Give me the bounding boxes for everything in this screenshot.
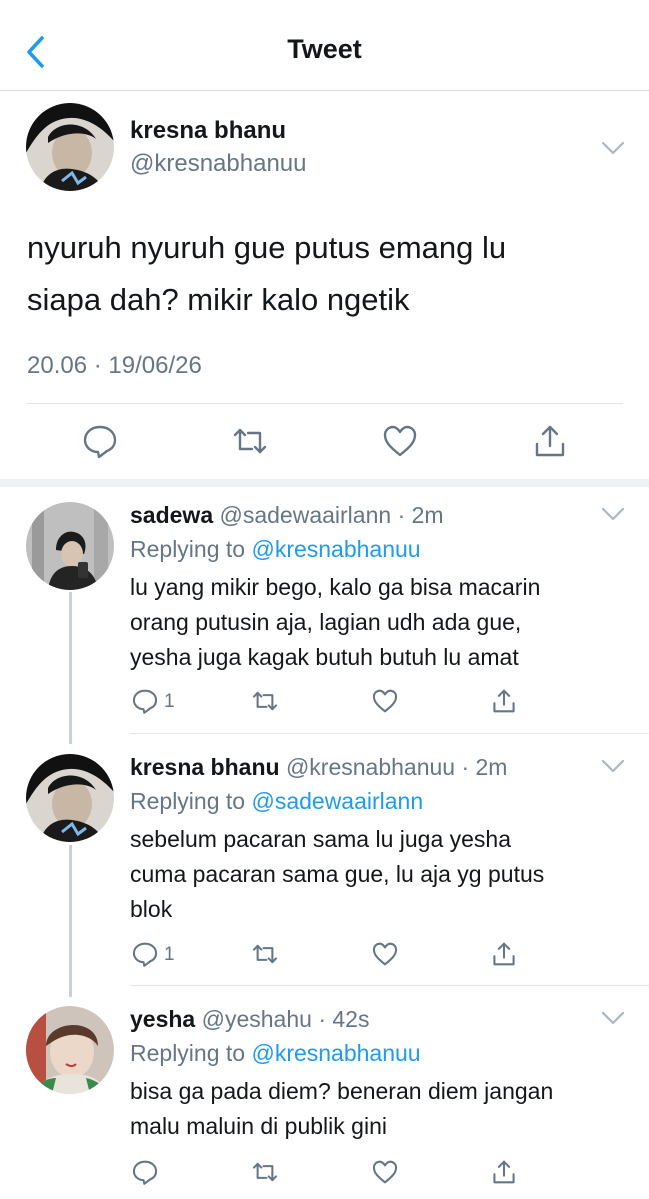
reply-handle[interactable]: @kresnabhanuu bbox=[286, 754, 455, 780]
reply-time: · 2m bbox=[461, 754, 508, 780]
reply-header: kresna bhanu @kresnabhanuu · 2m bbox=[130, 754, 507, 781]
avatar-main[interactable] bbox=[26, 103, 114, 191]
share-button[interactable] bbox=[490, 687, 518, 715]
chevron-down-icon[interactable] bbox=[600, 758, 626, 774]
replying-to-label: Replying to bbox=[130, 1040, 246, 1066]
replying-to-handle[interactable]: @kresnabhanuu bbox=[251, 536, 420, 562]
retweet-icon bbox=[252, 691, 278, 711]
share-icon bbox=[493, 689, 515, 713]
reply-display-name[interactable]: sadewa bbox=[130, 502, 213, 528]
navigation-bar: Tweet bbox=[0, 0, 649, 91]
reply-time: · 42s bbox=[318, 1006, 370, 1032]
reply-button[interactable] bbox=[131, 687, 159, 715]
share-icon bbox=[493, 942, 515, 966]
reply-button[interactable] bbox=[131, 1158, 159, 1186]
reply-count: 1 bbox=[164, 944, 175, 965]
page-title: Tweet bbox=[287, 34, 362, 64]
reply-text: lu yang mikir bego, kalo ga bisa macarin… bbox=[130, 570, 630, 675]
thread-connector bbox=[69, 845, 72, 997]
divider bbox=[130, 985, 649, 986]
reply-text-line: orang putusin aja, lagian udh ada gue, bbox=[130, 609, 522, 635]
speech-bubble-icon bbox=[132, 1160, 158, 1185]
retweet-icon bbox=[252, 944, 278, 964]
reply-display-name[interactable]: kresna bhanu bbox=[130, 754, 280, 780]
main-tweet-timestamp: 20.06 · 19/06/26 bbox=[27, 352, 202, 379]
retweet-icon bbox=[252, 1162, 278, 1182]
replying-to-handle[interactable]: @kresnabhanuu bbox=[251, 1040, 420, 1066]
reply-count: 1 bbox=[164, 691, 175, 712]
more-options-reply[interactable] bbox=[600, 1010, 626, 1026]
section-separator bbox=[0, 479, 649, 487]
thread-connector bbox=[69, 592, 72, 744]
retweet-button[interactable] bbox=[251, 1158, 279, 1186]
share-button[interactable] bbox=[531, 422, 569, 460]
share-button[interactable] bbox=[490, 940, 518, 968]
reply-time: · 2m bbox=[397, 502, 444, 528]
reply-text-line: sebelum pacaran sama lu juga yesha bbox=[130, 826, 512, 852]
reply-text-line: lu yang mikir bego, kalo ga bisa macarin bbox=[130, 574, 541, 600]
speech-bubble-icon bbox=[83, 425, 117, 459]
heart-icon bbox=[383, 425, 417, 457]
share-icon bbox=[535, 425, 565, 457]
more-options-main[interactable] bbox=[600, 140, 626, 156]
replying-to: Replying to @kresnabhanuu bbox=[130, 1040, 421, 1067]
divider bbox=[130, 733, 649, 734]
retweet-button[interactable] bbox=[251, 940, 279, 968]
replying-to: Replying to @kresnabhanuu bbox=[130, 536, 421, 563]
reply-text-line: bisa ga pada diem? beneran diem jangan bbox=[130, 1078, 554, 1104]
main-tweet-text: nyuruh nyuruh gue putus emang lu siapa d… bbox=[27, 222, 627, 326]
avatar-reply-kresna[interactable] bbox=[26, 754, 114, 842]
reply-text: sebelum pacaran sama lu juga yesha cuma … bbox=[130, 822, 630, 927]
reply-text-line: blok bbox=[130, 896, 173, 922]
heart-icon bbox=[372, 689, 398, 713]
reply-header: sadewa @sadewaairlann · 2m bbox=[130, 502, 444, 529]
reply-button[interactable] bbox=[81, 422, 119, 460]
reply-handle[interactable]: @sadewaairlann bbox=[220, 502, 392, 528]
share-icon bbox=[493, 1160, 515, 1184]
retweet-button[interactable] bbox=[231, 422, 269, 460]
retweet-button[interactable] bbox=[251, 687, 279, 715]
reply-text: bisa ga pada diem? beneran diem jangan m… bbox=[130, 1074, 630, 1144]
like-button[interactable] bbox=[371, 687, 399, 715]
replying-to-label: Replying to bbox=[130, 536, 246, 562]
reply-button[interactable] bbox=[131, 940, 159, 968]
replying-to: Replying to @sadewaairlann bbox=[130, 788, 423, 815]
chevron-down-icon[interactable] bbox=[600, 140, 626, 156]
chevron-down-icon[interactable] bbox=[600, 506, 626, 522]
reply-text-line: yesha juga kagak butuh butuh lu amat bbox=[130, 644, 519, 670]
speech-bubble-icon bbox=[132, 689, 158, 714]
main-tweet-text-line: nyuruh nyuruh gue putus emang lu bbox=[27, 230, 507, 265]
more-options-reply[interactable] bbox=[600, 758, 626, 774]
reply-display-name[interactable]: yesha bbox=[130, 1006, 195, 1032]
like-button[interactable] bbox=[371, 940, 399, 968]
main-tweet-text-line: siapa dah? mikir kalo ngetik bbox=[27, 282, 410, 317]
avatar-reply-sadewa[interactable] bbox=[26, 502, 114, 590]
retweet-icon bbox=[233, 428, 267, 454]
divider bbox=[27, 403, 623, 404]
heart-icon bbox=[372, 942, 398, 966]
more-options-reply[interactable] bbox=[600, 506, 626, 522]
replying-to-label: Replying to bbox=[130, 788, 246, 814]
reply-text-line: cuma pacaran sama gue, lu aja yg putus bbox=[130, 861, 545, 887]
reply-handle[interactable]: @yeshahu bbox=[202, 1006, 312, 1032]
chevron-down-icon[interactable] bbox=[600, 1010, 626, 1026]
heart-icon bbox=[372, 1160, 398, 1184]
reply-text-line: malu maluin di publik gini bbox=[130, 1113, 387, 1139]
like-button[interactable] bbox=[381, 422, 419, 460]
like-button[interactable] bbox=[371, 1158, 399, 1186]
main-tweet-display-name[interactable]: kresna bhanu bbox=[130, 117, 286, 145]
replying-to-handle[interactable]: @sadewaairlann bbox=[251, 788, 423, 814]
avatar-reply-yesha[interactable] bbox=[26, 1006, 114, 1094]
speech-bubble-icon bbox=[132, 942, 158, 967]
main-tweet-handle[interactable]: @kresnabhanuu bbox=[130, 150, 306, 178]
reply-header: yesha @yeshahu · 42s bbox=[130, 1006, 369, 1033]
share-button[interactable] bbox=[490, 1158, 518, 1186]
